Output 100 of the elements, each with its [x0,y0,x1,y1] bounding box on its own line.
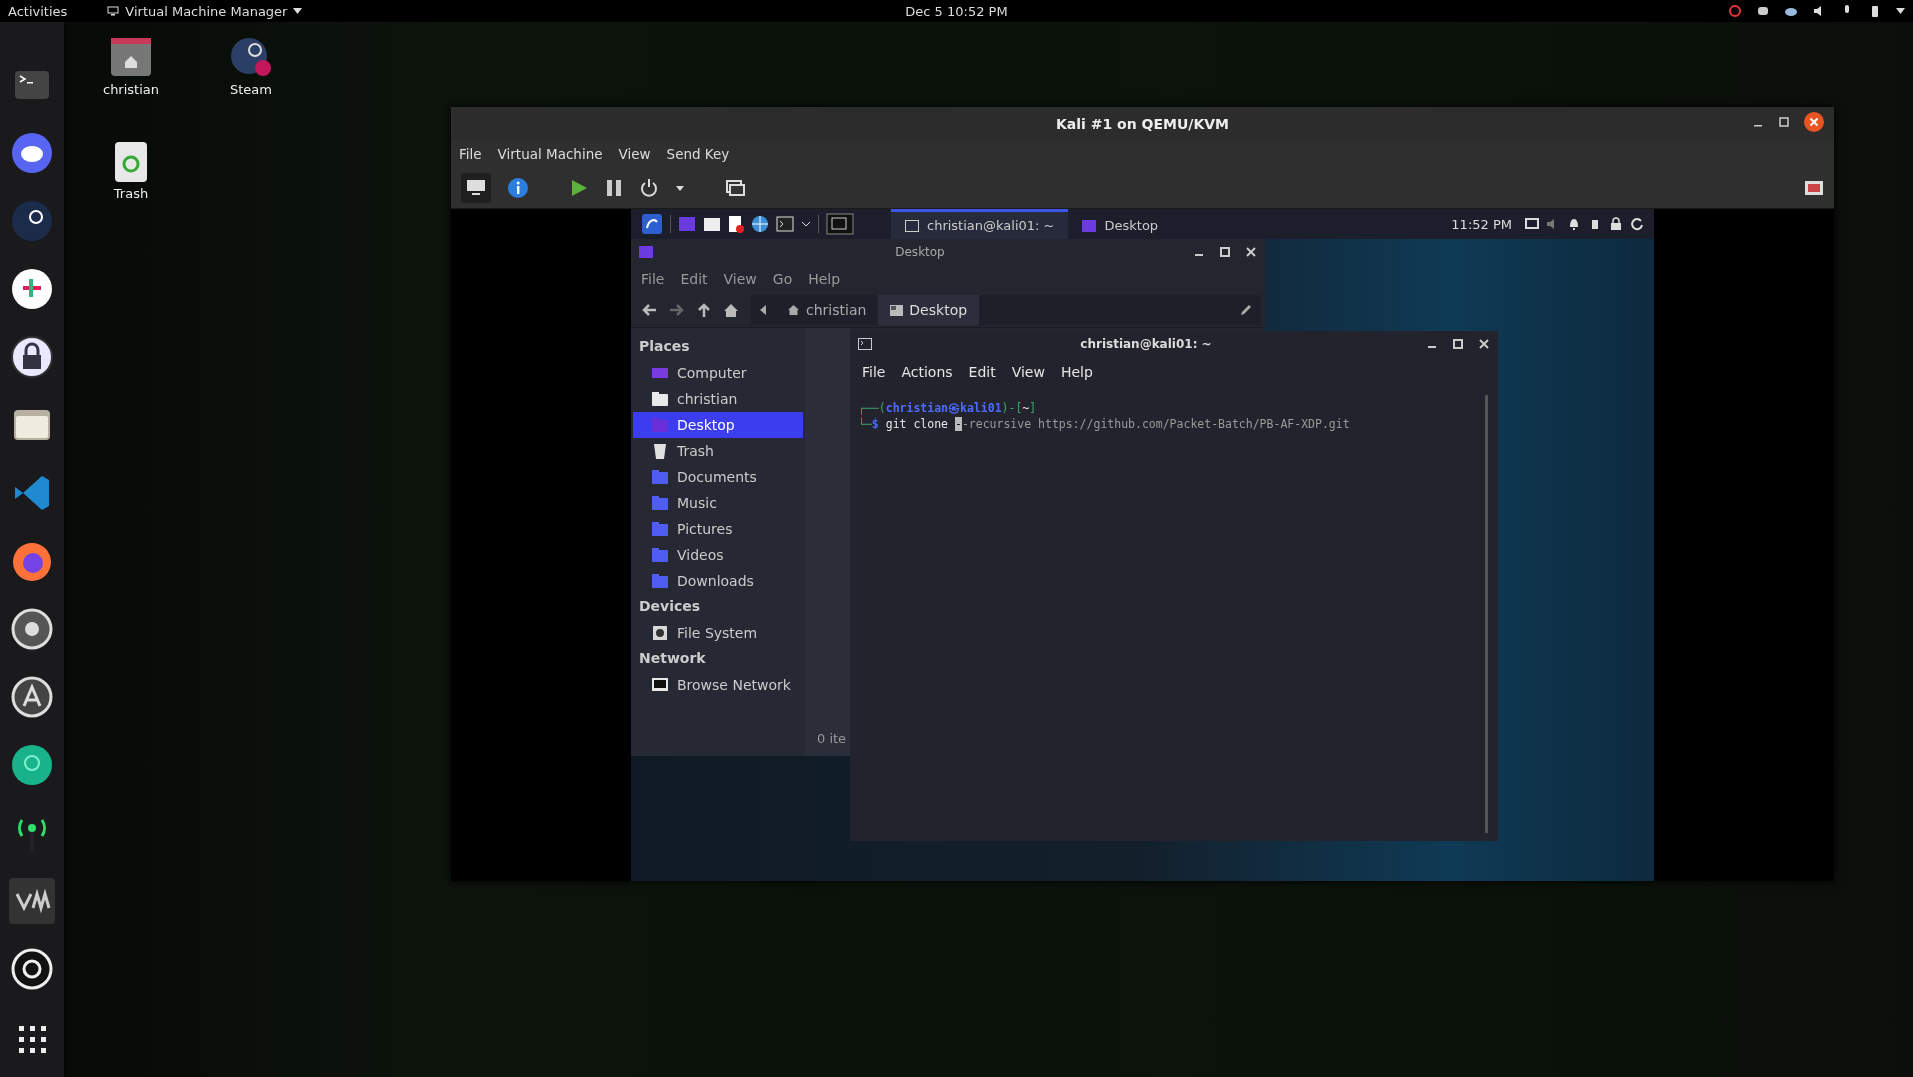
globe-icon[interactable] [751,215,769,233]
monitor-icon [107,6,120,16]
sidebar-item[interactable]: Downloads [633,568,803,594]
computer-icon [651,365,669,381]
folder-icon [639,246,653,258]
play-icon[interactable] [569,178,589,198]
menu-item[interactable]: Virtual Machine [497,146,603,162]
app-icon[interactable] [9,266,55,312]
menu-item[interactable]: View [723,271,757,287]
menu-item[interactable]: Help [1060,364,1093,380]
taskbar-button[interactable]: christian@kali01: ~ [891,209,1069,239]
app-icon[interactable] [9,742,55,788]
window-title: christian@kali01: ~ [1079,337,1213,351]
menu-item[interactable]: Actions [901,364,953,380]
folder-icon [651,495,669,511]
maximize-button[interactable] [1452,338,1464,350]
caret-icon [293,8,303,14]
sidebar-item[interactable]: Documents [633,464,803,490]
app-icon[interactable] [9,946,55,992]
caret-icon[interactable] [801,220,811,228]
folder-icon [651,521,669,537]
scroll-left-button[interactable] [759,305,767,315]
app-menu[interactable]: Virtual Machine Manager [107,3,303,19]
desktop-icon-label[interactable]: christian [103,82,159,97]
padlock-icon[interactable] [9,334,55,380]
dragon-logo-icon[interactable] [641,213,663,235]
menu-item[interactable]: Edit [968,364,996,380]
snapshot-icon[interactable] [725,178,745,198]
settings-icon[interactable] [9,606,55,652]
app-icon[interactable] [9,130,55,176]
taskbar-button[interactable]: Desktop [1068,209,1234,239]
menu-item[interactable]: Go [772,271,793,287]
close-button[interactable] [1804,112,1824,132]
window-title: Kali #1 on QEMU/KVM [1055,115,1230,132]
trash-icon [651,443,669,459]
clock[interactable]: 11:52 PM [1451,216,1512,232]
tray-icon[interactable] [1756,4,1770,18]
refresh-icon[interactable] [1630,217,1644,231]
pencil-icon[interactable] [1239,303,1253,317]
sidebar-item[interactable]: Browse Network [633,672,803,698]
sidebar-item[interactable]: Pictures [633,516,803,542]
desktop-icon[interactable] [678,216,696,232]
monitor-icon [651,677,669,693]
app-icon[interactable] [9,878,55,924]
close-button[interactable] [1478,338,1490,350]
display-icon[interactable] [1525,217,1539,231]
activities-button[interactable]: Activities [8,3,68,19]
fullscreen-icon[interactable] [1804,180,1824,196]
path-button[interactable]: christian [775,295,879,325]
menu-item[interactable]: File [459,146,482,162]
maximize-button[interactable] [1219,246,1231,258]
menu-item[interactable]: View [618,146,651,162]
sidebar-item[interactable]: File System [633,620,803,646]
menu-item[interactable]: Edit [680,271,708,287]
home-icon [787,304,800,316]
clock[interactable]: Dec 5 10:52 PM [905,3,1008,19]
maximize-button[interactable] [1778,116,1790,128]
caret-icon[interactable] [1896,8,1905,14]
monitor-icon [466,179,486,197]
desktop-icon-label[interactable]: Trash [113,186,149,201]
app-icon[interactable] [9,198,55,244]
back-button[interactable] [641,303,657,317]
sidebar-item[interactable]: Videos [633,542,803,568]
bell-icon[interactable] [1567,217,1581,231]
folder-icon [651,547,669,563]
desktop-icon-label[interactable]: Steam [230,82,272,97]
sidebar-item[interactable]: Computer [633,360,803,386]
text-editor-icon[interactable] [728,215,744,233]
info-icon[interactable] [507,177,529,199]
desktop-icon [890,304,904,316]
sidebar-item[interactable]: Desktop [633,412,803,438]
drive-icon [651,625,669,641]
folder-icon [651,469,669,485]
status-text: 0 ite [816,730,848,748]
path-button[interactable]: Desktop [878,295,980,325]
menu-item[interactable]: File [641,271,665,287]
caret-icon[interactable] [675,184,685,192]
sidebar-item[interactable]: Trash [633,438,803,464]
close-button[interactable] [1245,246,1257,258]
terminal-icon[interactable] [776,216,794,232]
menu-item[interactable]: Help [808,271,841,287]
forward-button[interactable] [669,303,685,317]
folder-icon[interactable] [703,216,721,232]
menu-item[interactable]: Send Key [666,146,730,162]
terminal-icon [858,338,872,350]
sidebar-item[interactable]: christian [633,386,803,412]
home-icon[interactable] [723,302,739,318]
folder-icon [651,417,669,433]
menu-item[interactable]: File [862,364,886,380]
sidebar-item[interactable]: Music [633,490,803,516]
workspace-icon[interactable] [826,213,854,235]
pause-icon[interactable] [605,178,623,198]
desktop-icon [1082,219,1097,232]
up-button[interactable] [697,302,711,318]
lock-icon[interactable] [1609,217,1623,231]
console-button[interactable] [461,173,491,203]
menu-item[interactable]: View [1011,364,1045,380]
sidebar-heading: Places [638,337,691,356]
app-icon[interactable] [9,674,55,720]
power-icon[interactable] [639,178,659,198]
